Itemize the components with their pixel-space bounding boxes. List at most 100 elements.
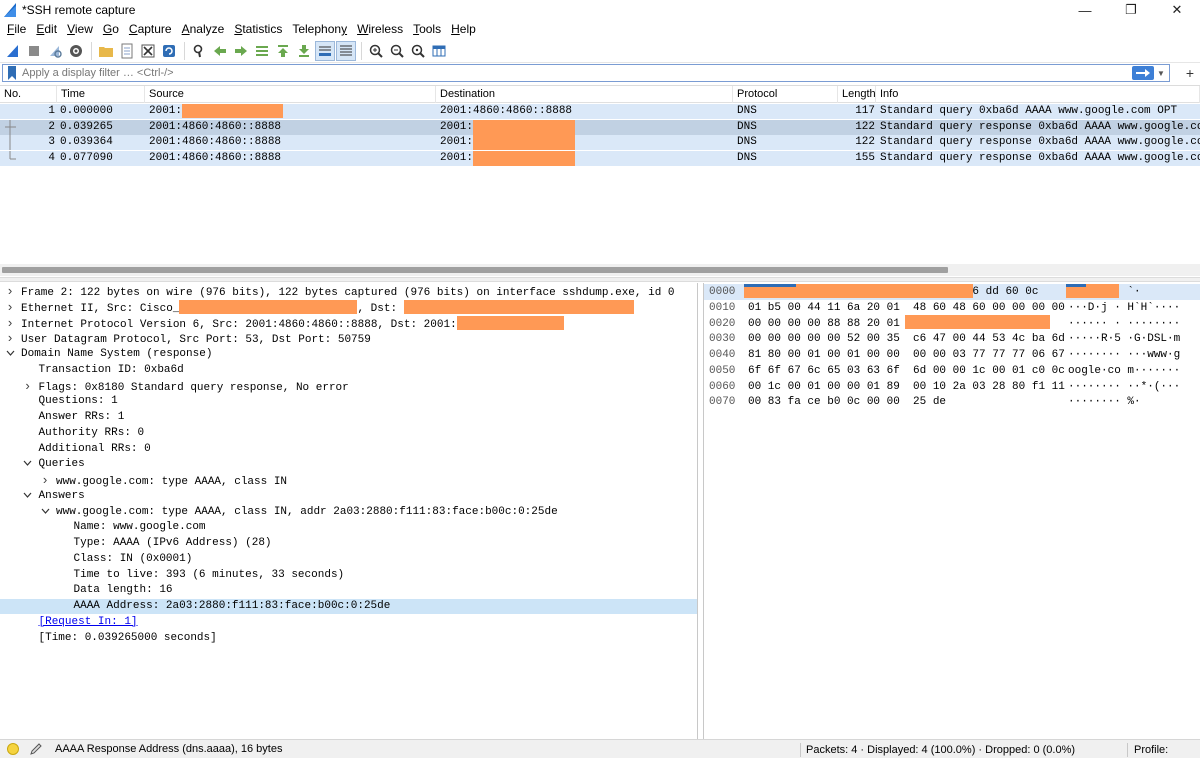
detail-tree-item[interactable]: Answers [0,489,697,504]
zoom-normal-button[interactable] [408,41,428,61]
chevron-down-icon[interactable] [5,347,15,362]
chevron-down-icon[interactable] [23,457,33,472]
packet-row[interactable]: 1 0.000000 2001: 2001:4860:4860::8888 DNS 117… [0,104,1200,119]
hex-dump-line[interactable]: 0030 00 00 00 00 00 52 00 35 c6 47 00 44 … [704,331,1200,347]
hex-dump-line[interactable]: 0050 6f 6f 67 6c 65 03 63 6f 6d 00 00 1c … [704,363,1200,379]
packet-protocol-text: DNS [737,151,757,164]
minimize-button[interactable]: — [1062,0,1108,20]
packet-row[interactable]: 4 0.077090 2001:4860:4860::8888 2001: DNS 155… [0,150,1200,166]
column-header-destination[interactable]: Destination [436,86,733,103]
menu-file[interactable]: File [2,20,31,39]
detail-tree-item[interactable]: › User Datagram Protocol, Src Port: 53, D… [0,331,697,346]
menu-edit[interactable]: Edit [31,20,62,39]
chevron-right-icon[interactable]: › [5,331,15,346]
column-header-source[interactable]: Source [145,86,436,103]
zoom-in-button[interactable] [366,41,386,61]
column-header-time[interactable]: Time [57,86,145,103]
edit-comment-icon[interactable] [29,742,43,756]
zoom-out-button[interactable] [387,41,407,61]
detail-tree-item[interactable]: Queries [0,457,697,472]
capture-options-button[interactable] [66,41,86,61]
colorize-button[interactable] [336,40,356,61]
menu-analyze[interactable]: Analyze [177,20,230,39]
open-file-button[interactable] [96,41,116,61]
start-capture-button[interactable] [3,41,23,61]
menu-tools[interactable]: Tools [408,20,446,39]
save-file-button[interactable] [117,41,137,61]
menu-help[interactable]: Help [446,20,481,39]
autoscroll-button[interactable] [315,40,335,61]
detail-tree-item[interactable]: › Frame 2: 122 bytes on wire (976 bits), … [0,284,697,299]
reload-file-button[interactable] [159,41,179,61]
detail-tree-item[interactable]: Class: IN (0x0001) [0,552,697,567]
chevron-right-icon[interactable]: › [5,316,15,331]
detail-tree-item[interactable]: Transaction ID: 0xba6d [0,363,697,378]
last-packet-button[interactable] [294,41,314,61]
hex-hex: 00 00 00 00 88 88 20 01 [748,317,900,330]
detail-tree-item[interactable]: Data length: 16 [0,583,697,598]
detail-tree-item[interactable]: AAAA Address: 2a03:2880:f111:83:face:b00… [0,599,697,614]
first-packet-button[interactable] [273,41,293,61]
detail-tree-item[interactable]: Answer RRs: 1 [0,410,697,425]
filter-history-dropdown[interactable]: ▼ [1155,66,1167,80]
restart-capture-button[interactable] [45,41,65,61]
display-filter-input[interactable] [22,66,1122,80]
detail-tree-item[interactable]: Questions: 1 [0,394,697,409]
chevron-down-icon[interactable] [40,505,50,520]
menu-statistics[interactable]: Statistics [229,20,287,39]
add-filter-button[interactable]: + [1186,65,1194,81]
detail-tree-item[interactable]: › Internet Protocol Version 6, Src: 2001:… [0,315,697,331]
detail-tree-item[interactable]: Authority RRs: 0 [0,426,697,441]
hex-dump-line[interactable]: 0010 01 b5 00 44 11 6a 20 01 48 60 48 60 … [704,300,1200,316]
chevron-down-icon[interactable] [23,489,33,504]
packet-list-scrollbar[interactable] [0,264,1200,276]
detail-tree-item[interactable]: › Ethernet II, Src: Cisco_ , Dst: [0,299,697,315]
column-header-length[interactable]: Length [838,86,876,103]
detail-tree-item[interactable]: Domain Name System (response) [0,347,697,362]
go-forward-button[interactable] [231,41,251,61]
chevron-right-icon[interactable]: › [40,473,50,488]
resize-columns-button[interactable] [429,41,449,61]
go-to-packet-button[interactable] [252,41,272,61]
menu-wireless[interactable]: Wireless [352,20,408,39]
close-button[interactable]: ✕ [1154,0,1200,20]
scrollbar-thumb[interactable] [2,267,948,273]
expert-info-indicator[interactable] [7,743,19,755]
hex-dump-line[interactable]: 0040 81 80 00 01 00 01 00 00 00 00 03 77 … [704,347,1200,363]
chevron-right-icon[interactable]: › [5,300,15,315]
menu-go[interactable]: Go [98,20,124,39]
detail-tree-item[interactable]: www.google.com: type AAAA, class IN, add… [0,505,697,520]
pane-splitter[interactable] [0,277,1200,282]
filter-bookmark-button[interactable] [4,65,20,81]
hex-hex: 81 80 00 01 00 01 00 00 00 00 03 77 77 7… [748,349,1065,361]
close-file-button[interactable] [138,41,158,61]
detail-tree-item[interactable]: Additional RRs: 0 [0,442,697,457]
column-header-no[interactable]: No. [0,86,57,103]
request-in-link[interactable]: [Request In: 1] [39,616,138,628]
maximize-button[interactable]: ❐ [1108,0,1154,20]
detail-tree-item[interactable]: Time to live: 393 (6 minutes, 33 seconds… [0,568,697,583]
detail-tree-item[interactable]: [Time: 0.039265000 seconds] [0,631,697,646]
stop-capture-button[interactable] [24,41,44,61]
status-profile[interactable]: Profile: Default [1127,743,1200,757]
chevron-right-icon[interactable]: › [5,284,15,299]
go-back-button[interactable] [210,41,230,61]
column-header-protocol[interactable]: Protocol [733,86,838,103]
find-packet-button[interactable] [189,41,209,61]
column-header-info[interactable]: Info [876,86,1200,103]
hex-dump-line[interactable]: 0070 00 83 fa ce b0 0c 00 00 25 de ·······… [704,394,1200,410]
chevron-right-icon[interactable]: › [23,379,33,394]
detail-tree-item[interactable]: Name: www.google.com [0,520,697,535]
detail-tree-item[interactable]: › www.google.com: type AAAA, class IN [0,473,697,488]
apply-filter-button[interactable] [1132,66,1154,80]
packet-row[interactable]: 3 0.039364 2001:4860:4860::8888 2001: DNS 122… [0,135,1200,150]
packet-cell-protocol: DNS [737,104,842,119]
menu-view[interactable]: View [62,20,98,39]
packet-row[interactable]: 2 0.039265 2001:4860:4860::8888 2001: DNS 122… [0,119,1200,135]
menu-capture[interactable]: Capture [124,20,177,39]
hex-dump-line[interactable]: 0060 00 1c 00 01 00 00 01 89 00 10 2a 03 … [704,379,1200,395]
detail-tree-item[interactable]: › Flags: 0x8180 Standard query response, … [0,379,697,394]
menu-telephony[interactable]: Telephony [287,20,352,39]
detail-tree-item[interactable]: [Request In: 1] [0,615,697,630]
detail-tree-item[interactable]: Type: AAAA (IPv6 Address) (28) [0,536,697,551]
